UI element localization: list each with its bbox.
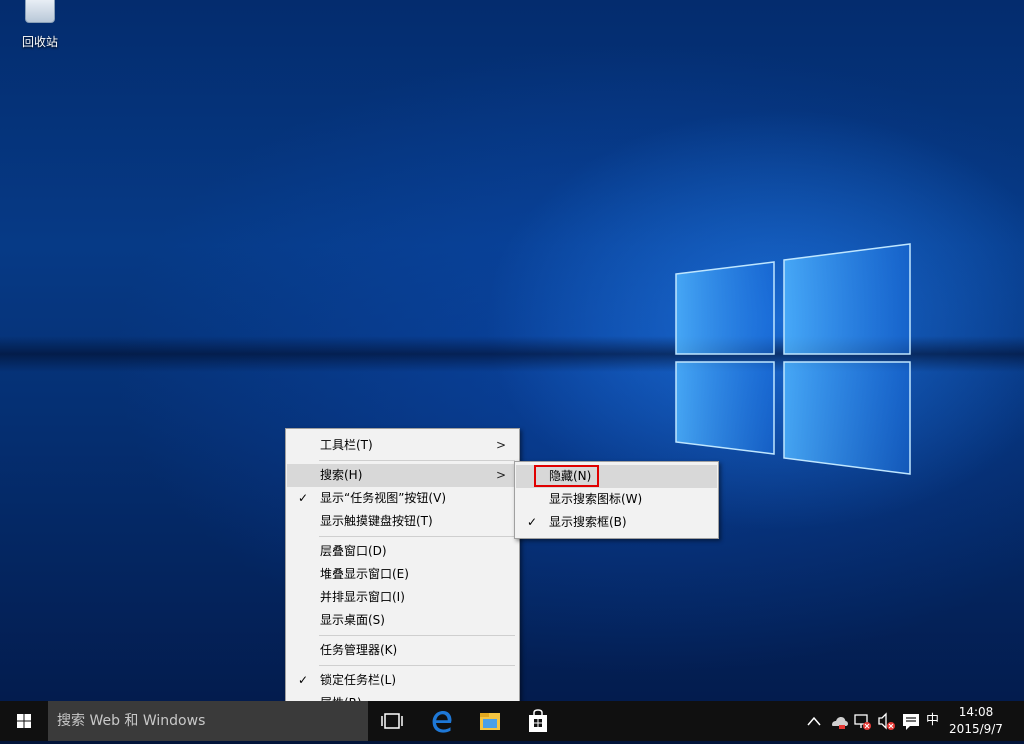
menu-item-show-task-view-button[interactable]: ✓ 显示“任务视图”按钮(V): [287, 487, 518, 510]
menu-item-side-by-side-windows[interactable]: 并排显示窗口(I): [287, 586, 518, 609]
menu-item-label: 堆叠显示窗口(E): [320, 567, 409, 581]
taskbar: 搜索 Web 和 Windows 中 14:08 2015/9/7: [0, 701, 1024, 741]
submenu-item-show-search-icon[interactable]: 显示搜索图标(W): [516, 488, 717, 511]
menu-item-toolbars[interactable]: 工具栏(T) >: [287, 434, 518, 457]
menu-item-label: 工具栏(T): [320, 438, 373, 452]
clock[interactable]: 14:08 2015/9/7: [946, 701, 1006, 741]
menu-item-lock-taskbar[interactable]: ✓ 锁定任务栏(L): [287, 669, 518, 692]
checkmark-icon: ✓: [298, 491, 309, 505]
file-explorer-button[interactable]: [466, 701, 514, 741]
menu-item-label: 并排显示窗口(I): [320, 590, 405, 604]
menu-separator: [319, 635, 515, 636]
edge-icon: [432, 711, 452, 733]
chevron-right-icon: >: [495, 438, 506, 452]
windows-logo-wallpaper: [675, 243, 911, 475]
search-placeholder: 搜索 Web 和 Windows: [57, 713, 206, 729]
submenu-item-show-search-box[interactable]: ✓ 显示搜索框(B): [516, 511, 717, 534]
menu-item-cascade-windows[interactable]: 层叠窗口(D): [287, 540, 518, 563]
taskbar-context-menu: 工具栏(T) > 搜索(H) > ✓ 显示“任务视图”按钮(V) 显示触摸键盘按…: [285, 428, 520, 703]
edge-button[interactable]: [418, 701, 466, 741]
clock-date: 2015/9/7: [949, 722, 1003, 736]
chevron-up-icon[interactable]: [804, 701, 824, 741]
menu-separator: [319, 536, 515, 537]
menu-item-label: 锁定任务栏(L): [320, 673, 397, 687]
chevron-right-icon: >: [495, 468, 506, 482]
task-view-button[interactable]: [368, 701, 416, 741]
volume-icon[interactable]: [876, 701, 898, 741]
recycle-bin-icon: [25, 0, 55, 23]
action-center-icon[interactable]: [900, 701, 922, 741]
menu-item-label: 搜索(H): [320, 468, 363, 482]
menu-item-label: 层叠窗口(D): [320, 544, 387, 558]
menu-separator: [319, 665, 515, 666]
store-icon: [529, 709, 547, 732]
network-icon[interactable]: [852, 701, 874, 741]
search-box[interactable]: 搜索 Web 和 Windows: [48, 701, 368, 741]
recycle-bin[interactable]: 回收站: [12, 0, 68, 56]
store-button[interactable]: [514, 701, 562, 741]
menu-item-show-touch-keyboard-button[interactable]: 显示触摸键盘按钮(T): [287, 510, 518, 533]
task-view-icon: [381, 713, 403, 729]
submenu-item-label: 显示搜索框(B): [549, 515, 627, 529]
show-desktop-button[interactable]: [1012, 701, 1024, 741]
menu-item-label: 显示桌面(S): [320, 613, 385, 627]
menu-separator: [319, 460, 515, 461]
clock-time: 14:08: [958, 705, 994, 719]
menu-item-search[interactable]: 搜索(H) >: [287, 464, 518, 487]
menu-item-label: 任务管理器(K): [320, 643, 398, 657]
recycle-bin-label: 回收站: [21, 35, 58, 49]
submenu-item-label: 显示搜索图标(W): [549, 492, 643, 506]
menu-item-label: 显示“任务视图”按钮(V): [320, 491, 447, 505]
checkmark-icon: ✓: [527, 515, 538, 529]
checkmark-icon: ✓: [298, 673, 309, 687]
start-icon: [17, 714, 31, 728]
menu-item-show-desktop[interactable]: 显示桌面(S): [287, 609, 518, 632]
menu-item-label: 显示触摸键盘按钮(T): [320, 514, 433, 528]
start-button[interactable]: [0, 701, 48, 741]
menu-item-task-manager[interactable]: 任务管理器(K): [287, 639, 518, 662]
file-explorer-icon: [480, 713, 500, 730]
menu-item-stack-windows[interactable]: 堆叠显示窗口(E): [287, 563, 518, 586]
highlight-annotation-box: [534, 465, 599, 487]
input-method-indicator[interactable]: 中: [926, 701, 944, 741]
onedrive-icon[interactable]: [828, 701, 850, 741]
